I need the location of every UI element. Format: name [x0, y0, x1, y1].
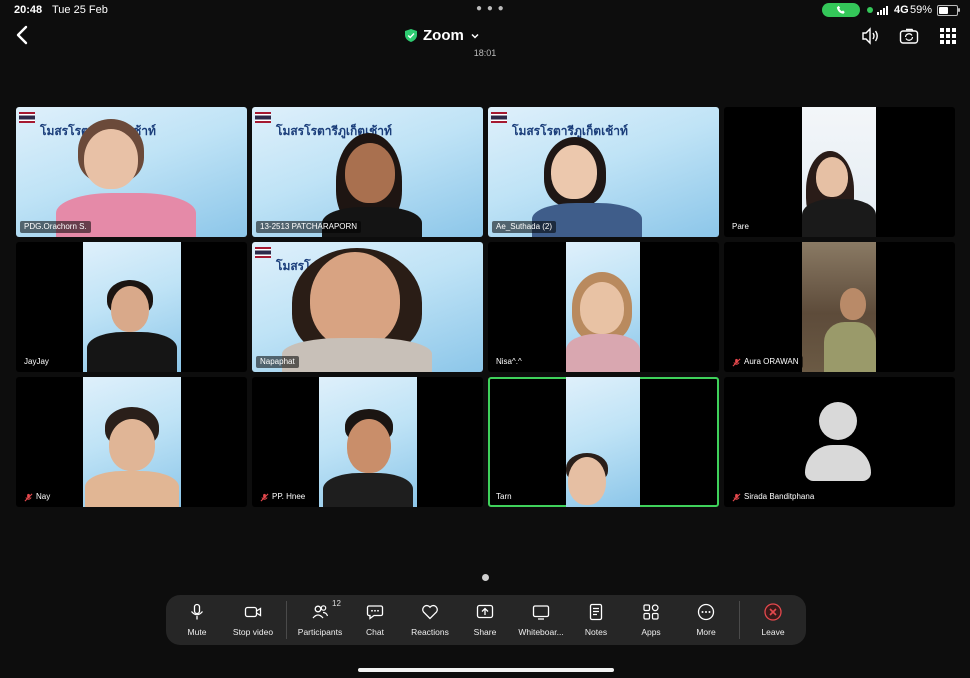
participants-icon	[312, 605, 329, 619]
video-tile[interactable]: Pare	[724, 107, 955, 237]
participant-name-label: PDG.Orachorn S.	[20, 221, 91, 233]
page-indicator-dot[interactable]	[482, 574, 489, 581]
participant-name-label: 13-2513 PATCHARAPORN	[256, 221, 362, 233]
video-tile[interactable]: Nisa^.^	[488, 242, 719, 372]
video-tile[interactable]: โมสรโรตารีภูเก็ตเช้าท์ PDG.Orachorn S.	[16, 107, 247, 237]
speaker-icon[interactable]	[860, 26, 880, 46]
whiteboard-button[interactable]: Whiteboar...	[514, 595, 568, 645]
more-button[interactable]: More	[691, 595, 721, 645]
meeting-toolbar: Mute Stop video Participants 12 Chat Rea…	[166, 595, 806, 645]
video-feed: โมสรโรตารีภูเก็ตเช้าท์	[252, 242, 483, 372]
video-camera-icon	[244, 606, 262, 618]
apps-button[interactable]: Apps	[636, 595, 666, 645]
meeting-timer: 18:01	[473, 48, 497, 58]
meeting-title-button[interactable]: Zoom	[405, 27, 480, 44]
video-tile-active-speaker[interactable]: Tarn	[488, 377, 719, 507]
default-avatar-icon	[819, 402, 857, 440]
reactions-button[interactable]: Reactions	[406, 595, 454, 645]
video-tile[interactable]: JayJay	[16, 242, 247, 372]
apps-icon	[643, 604, 659, 620]
leave-button[interactable]: Leave	[756, 595, 790, 645]
video-feed	[802, 107, 876, 237]
battery-icon	[937, 5, 958, 16]
mic-off-icon	[732, 358, 741, 366]
heart-icon	[422, 604, 438, 620]
participant-name-label: PP. Hnee	[256, 491, 310, 503]
video-tile[interactable]: โมสรโรตารีภูเก็ตเช้าท์ Ae_Suthada (2)	[488, 107, 719, 237]
multitask-dots-icon[interactable]: ● ● ●	[476, 3, 505, 14]
signal-icon	[877, 5, 888, 15]
mic-off-icon	[24, 493, 33, 501]
participant-name-label: Aura ORAWAN	[728, 356, 803, 368]
mic-off-icon	[732, 493, 741, 501]
thai-flag-icon	[255, 112, 271, 123]
video-feed	[319, 377, 417, 507]
participant-name-label: Nisa^.^	[492, 356, 526, 368]
video-feed: โมสรโรตารีภูเก็ตเช้าท์	[16, 107, 247, 237]
video-tile[interactable]: โมสรโรตารีภูเก็ตเช้าท์ 13-2513 PATCHARAP…	[252, 107, 483, 237]
chat-button[interactable]: Chat	[358, 595, 392, 645]
chat-icon	[366, 605, 384, 620]
page-title: Zoom	[423, 27, 464, 44]
video-tile[interactable]: Nay	[16, 377, 247, 507]
mic-off-icon	[260, 493, 269, 501]
camera-switch-icon[interactable]	[899, 26, 919, 46]
video-feed	[83, 242, 181, 372]
chevron-left-icon[interactable]	[12, 24, 32, 46]
video-tile[interactable]: Sirada Banditphana	[724, 377, 955, 507]
share-screen-icon	[476, 604, 494, 619]
video-feed	[83, 377, 181, 507]
microphone-icon	[191, 603, 203, 620]
chevron-down-icon	[471, 33, 479, 39]
status-bar: 20:48 Tue 25 Feb ● ● ● 4G 59%	[0, 0, 970, 20]
grid-icon[interactable]	[938, 26, 958, 46]
mute-button[interactable]: Mute	[178, 595, 216, 645]
more-dots-icon	[697, 603, 715, 621]
home-indicator[interactable]	[358, 668, 614, 672]
participants-count-badge: 12	[332, 599, 341, 608]
leave-x-icon	[764, 603, 782, 621]
participant-name-label: Pare	[728, 221, 753, 233]
video-feed: โมสรโรตารีภูเก็ตเช้าท์	[488, 107, 719, 237]
participant-name-label: Napaphat	[256, 356, 299, 368]
video-tile[interactable]: โมสรโรตารีภูเก็ตเช้าท์ Napaphat	[252, 242, 483, 372]
video-tile[interactable]: Aura ORAWAN	[724, 242, 955, 372]
whiteboard-icon	[532, 605, 550, 620]
battery-percent: 59%	[910, 4, 933, 16]
thai-flag-icon	[19, 112, 35, 123]
network-type: 4G	[894, 4, 909, 16]
notes-button[interactable]: Notes	[581, 595, 611, 645]
participant-name-label: Tarn	[492, 491, 516, 503]
active-call-pill[interactable]	[822, 3, 860, 17]
date: Tue 25 Feb	[52, 4, 108, 16]
thai-flag-icon	[255, 247, 271, 258]
clock: 20:48	[14, 4, 43, 16]
participant-name-label: Nay	[20, 491, 55, 503]
thai-flag-icon	[491, 112, 507, 123]
stop-video-button[interactable]: Stop video	[226, 595, 280, 645]
video-feed	[566, 242, 640, 372]
video-feed	[566, 377, 640, 507]
video-feed	[802, 242, 876, 372]
participant-name-label: JayJay	[20, 356, 53, 368]
shield-check-icon	[405, 29, 417, 42]
mic-in-use-dot	[867, 7, 873, 13]
video-tile[interactable]: PP. Hnee	[252, 377, 483, 507]
phone-icon	[836, 5, 845, 14]
video-feed: โมสรโรตารีภูเก็ตเช้าท์	[252, 107, 483, 237]
notes-icon	[589, 603, 603, 621]
participant-name-label: Ae_Suthada (2)	[492, 221, 557, 233]
participant-name-label: Sirada Banditphana	[728, 491, 819, 503]
share-button[interactable]: Share	[469, 595, 501, 645]
